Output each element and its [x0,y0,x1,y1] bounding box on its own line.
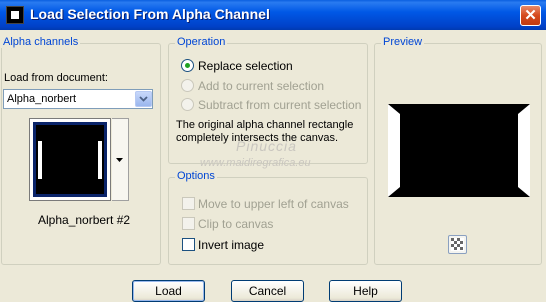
preview-selection-edges [388,104,530,197]
clip-to-canvas-label[interactable]: Clip to canvas [198,217,273,231]
replace-selection-radio[interactable] [181,59,194,72]
subtract-selection-radio[interactable] [181,98,194,111]
title-bar[interactable]: Load Selection From Alpha Channel ✕ [0,0,546,30]
alpha-channels-legend: Alpha channels [1,36,81,48]
checkerboard-icon[interactable] [448,235,467,254]
invert-image-label[interactable]: Invert image [198,238,264,252]
thumbnail-image [36,125,104,194]
channel-name-label: Alpha_norbert #2 [38,213,131,227]
thumbnail-white-edge-left [38,141,42,179]
thumbnail-selection-highlight [33,122,107,197]
paint-shop-icon [6,6,24,24]
load-from-label: Load from document: [4,72,108,84]
subtract-selection-label[interactable]: Subtract from current selection [198,98,361,112]
move-upper-left-label[interactable]: Move to upper left of canvas [198,197,349,211]
intersect-info-line1: The original alpha channel rectangle [176,119,354,131]
operation-legend: Operation [175,36,228,48]
watermark-url: www.maidiregrafica.eu [200,157,311,169]
channel-thumbnail-dropdown[interactable] [112,118,129,201]
close-button[interactable]: ✕ [520,5,541,26]
watermark-signature: Pinuccia [236,138,297,154]
thumbnail-white-edge-right [98,141,102,179]
clip-to-canvas-checkbox[interactable] [182,217,195,230]
options-legend: Options [175,170,217,182]
add-selection-radio[interactable] [181,79,194,92]
help-button[interactable]: Help [329,280,402,302]
move-upper-left-checkbox[interactable] [182,197,195,210]
dropdown-arrow-button[interactable] [135,91,152,107]
invert-image-checkbox[interactable] [182,238,195,251]
replace-selection-label[interactable]: Replace selection [198,59,293,73]
window-title: Load Selection From Alpha Channel [30,6,270,22]
cancel-button[interactable]: Cancel [231,280,304,302]
channel-thumbnail[interactable] [29,118,111,201]
add-selection-label[interactable]: Add to current selection [198,79,324,93]
preview-image [388,104,530,197]
document-dropdown-value: Alpha_norbert [7,93,77,105]
radio-selected-dot [185,63,190,68]
load-button[interactable]: Load [132,280,205,302]
chevron-down-icon [139,96,148,102]
preview-legend: Preview [381,36,425,48]
document-dropdown[interactable]: Alpha_norbert [3,89,153,109]
triangle-down-icon [116,158,123,162]
